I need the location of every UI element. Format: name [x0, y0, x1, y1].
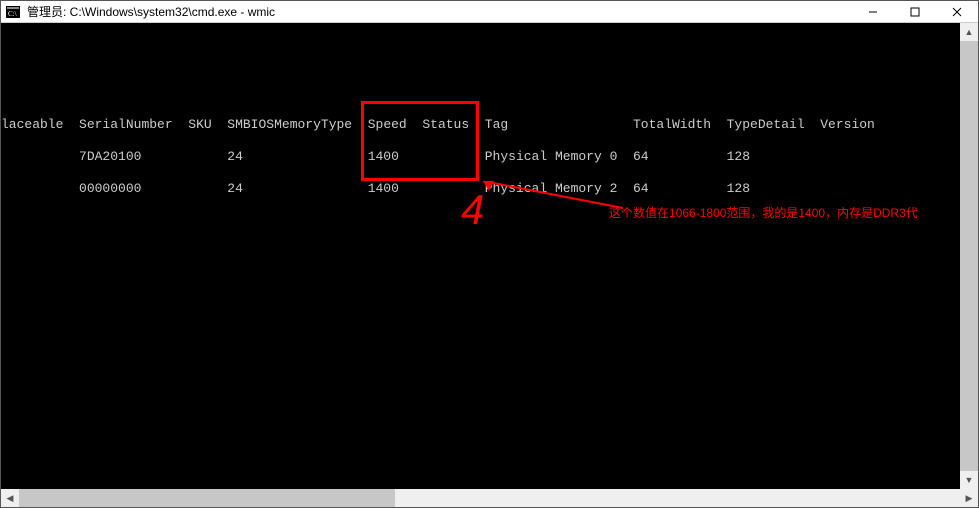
col-laceable: laceable [1, 117, 63, 132]
titlebar[interactable]: C:\ 管理员: C:\Windows\system32\cmd.exe - w… [1, 1, 978, 23]
cell-typedetail: 128 [727, 181, 750, 196]
window-controls [852, 1, 978, 22]
col-serial: SerialNumber [79, 117, 173, 132]
table-header-row: laceable SerialNumber SKU SMBIOSMemoryTy… [1, 117, 978, 133]
cell-serial: 00000000 [79, 181, 141, 196]
cell-typedetail: 128 [727, 149, 750, 164]
col-typedetail: TypeDetail [727, 117, 805, 132]
cell-smbios: 24 [227, 149, 243, 164]
col-status: Status [422, 117, 469, 132]
terminal-content: laceable SerialNumber SKU SMBIOSMemoryTy… [1, 23, 978, 489]
table-row: 7DA20100 24 1400 Physical Memory 0 64 12… [1, 149, 978, 165]
vertical-scrollbar[interactable]: ▲ ▼ [960, 23, 978, 489]
minimize-button[interactable] [852, 1, 894, 23]
scroll-down-arrow-icon[interactable]: ▼ [960, 471, 978, 489]
window-title: 管理员: C:\Windows\system32\cmd.exe - wmic [27, 3, 852, 20]
cell-smbios: 24 [227, 181, 243, 196]
cell-totalwidth: 64 [633, 181, 649, 196]
col-version: Version [820, 117, 875, 132]
vertical-scroll-thumb[interactable] [960, 41, 978, 471]
col-totalwidth: TotalWidth [633, 117, 711, 132]
cell-tag: Physical Memory 0 [485, 149, 618, 164]
cell-tag: Physical Memory 2 [485, 181, 618, 196]
window-frame: C:\ 管理员: C:\Windows\system32\cmd.exe - w… [0, 0, 979, 508]
table-row: 00000000 24 1400 Physical Memory 2 64 12… [1, 181, 978, 197]
maximize-button[interactable] [894, 1, 936, 23]
col-speed: Speed [368, 117, 407, 132]
cell-speed: 1400 [368, 181, 399, 196]
close-button[interactable] [936, 1, 978, 23]
scroll-up-arrow-icon[interactable]: ▲ [960, 23, 978, 41]
horizontal-scrollbar[interactable]: ◀ ▶ [1, 489, 978, 507]
horizontal-scroll-thumb[interactable] [19, 489, 395, 507]
app-icon: C:\ [5, 4, 21, 20]
svg-text:C:\: C:\ [8, 10, 17, 18]
scroll-left-arrow-icon[interactable]: ◀ [1, 489, 19, 507]
scroll-right-arrow-icon[interactable]: ▶ [960, 489, 978, 507]
col-sku: SKU [188, 117, 211, 132]
col-smbios: SMBIOSMemoryType [227, 117, 352, 132]
cell-speed: 1400 [368, 149, 399, 164]
cell-serial: 7DA20100 [79, 149, 141, 164]
horizontal-scroll-track[interactable] [19, 489, 960, 507]
cell-totalwidth: 64 [633, 149, 649, 164]
col-tag: Tag [485, 117, 508, 132]
terminal-area[interactable]: laceable SerialNumber SKU SMBIOSMemoryTy… [1, 23, 978, 489]
